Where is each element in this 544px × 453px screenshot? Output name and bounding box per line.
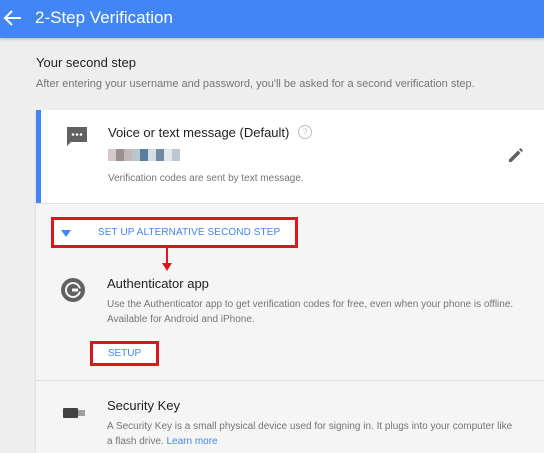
help-icon[interactable]: ? (298, 125, 312, 139)
annotation-arrow-head (162, 263, 172, 271)
divider (36, 380, 544, 381)
alternative-toggle-label: SET UP ALTERNATIVE SECOND STEP (98, 227, 281, 238)
authenticator-availability: Available for Android and iPhone. (107, 314, 255, 325)
second-step-card: Voice or text message (Default) ? Verifi… (36, 110, 544, 453)
authenticator-title: Authenticator app (107, 276, 209, 291)
security-key-description-line2: a flash drive. Learn more (107, 436, 218, 447)
primary-method-title: Voice or text message (Default) (108, 125, 290, 140)
setup-button[interactable]: SETUP (90, 341, 159, 366)
authenticator-description: Use the Authenticator app to get verific… (107, 299, 514, 310)
pencil-icon[interactable] (507, 146, 525, 164)
section-subtitle: After entering your username and passwor… (36, 78, 475, 90)
page-title: 2-Step Verification (35, 8, 173, 27)
authenticator-icon (61, 278, 85, 302)
usb-key-icon (63, 408, 85, 418)
back-arrow-icon[interactable] (3, 9, 23, 27)
message-icon (67, 127, 87, 146)
learn-more-link[interactable]: Learn more (166, 436, 217, 447)
security-key-title: Security Key (107, 398, 180, 413)
section-title: Your second step (36, 55, 136, 70)
alternative-section: SET UP ALTERNATIVE SECOND STEP Authentic… (36, 203, 544, 453)
alternative-toggle-button[interactable]: SET UP ALTERNATIVE SECOND STEP (51, 217, 298, 248)
security-key-description: A Security Key is a small physical devic… (107, 421, 513, 432)
security-key-description-end: a flash drive. (107, 436, 164, 447)
header-bar: 2-Step Verification (0, 0, 544, 38)
primary-method-description: Verification codes are sent by text mess… (108, 173, 304, 184)
primary-method: Voice or text message (Default) ? Verifi… (36, 110, 544, 203)
expand-triangle-icon (61, 230, 71, 237)
redacted-phone-number (108, 149, 188, 161)
